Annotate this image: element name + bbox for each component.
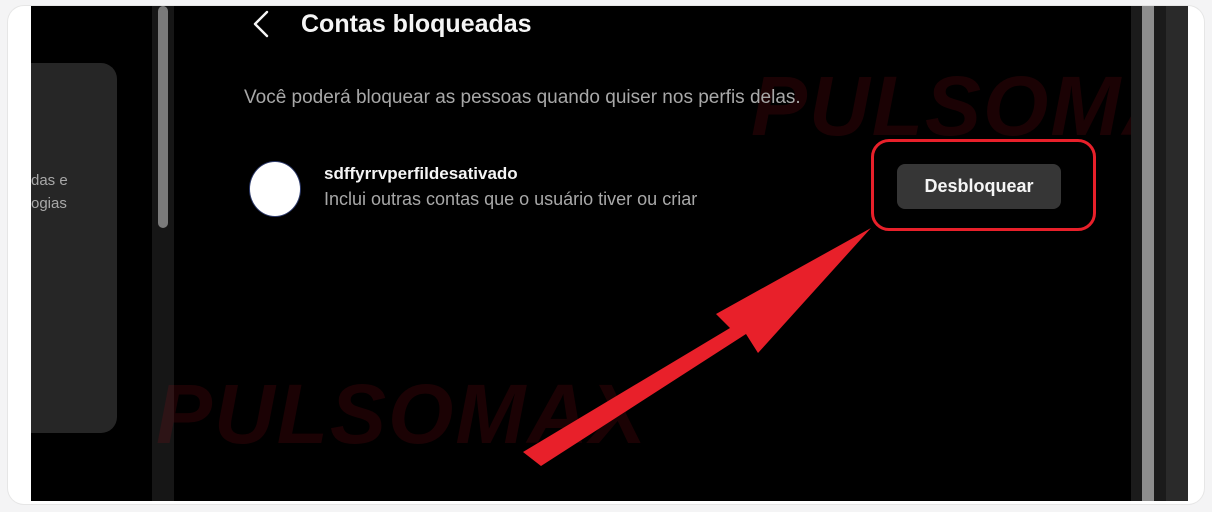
left-sidebar: das e ogias <box>31 6 151 501</box>
back-button[interactable] <box>249 9 275 39</box>
blocked-username[interactable]: sdffyrrvperfildesativado <box>324 163 518 185</box>
left-scrollbar-thumb[interactable] <box>158 6 168 228</box>
chevron-left-icon <box>253 10 269 38</box>
blocked-account-subtext: Inclui outras contas que o usuário tiver… <box>324 189 698 209</box>
sidebar-card: das e ogias <box>31 63 117 433</box>
right-scrollbar-thumb[interactable] <box>1142 6 1154 501</box>
right-edge-panel <box>1166 6 1188 501</box>
screenshot-frame: das e ogias PULSOMAX PULSOMAX Contas blo… <box>8 6 1204 504</box>
arrow-annotation <box>523 228 871 466</box>
avatar[interactable] <box>249 161 301 217</box>
highlight-annotation <box>871 139 1096 231</box>
app-window: das e ogias PULSOMAX PULSOMAX Contas blo… <box>31 6 1188 501</box>
page-description: Você poderá bloquear as pessoas quando q… <box>244 87 801 108</box>
sidebar-partial-text: das e ogias <box>31 172 68 212</box>
page-title: Contas bloqueadas <box>301 10 532 38</box>
